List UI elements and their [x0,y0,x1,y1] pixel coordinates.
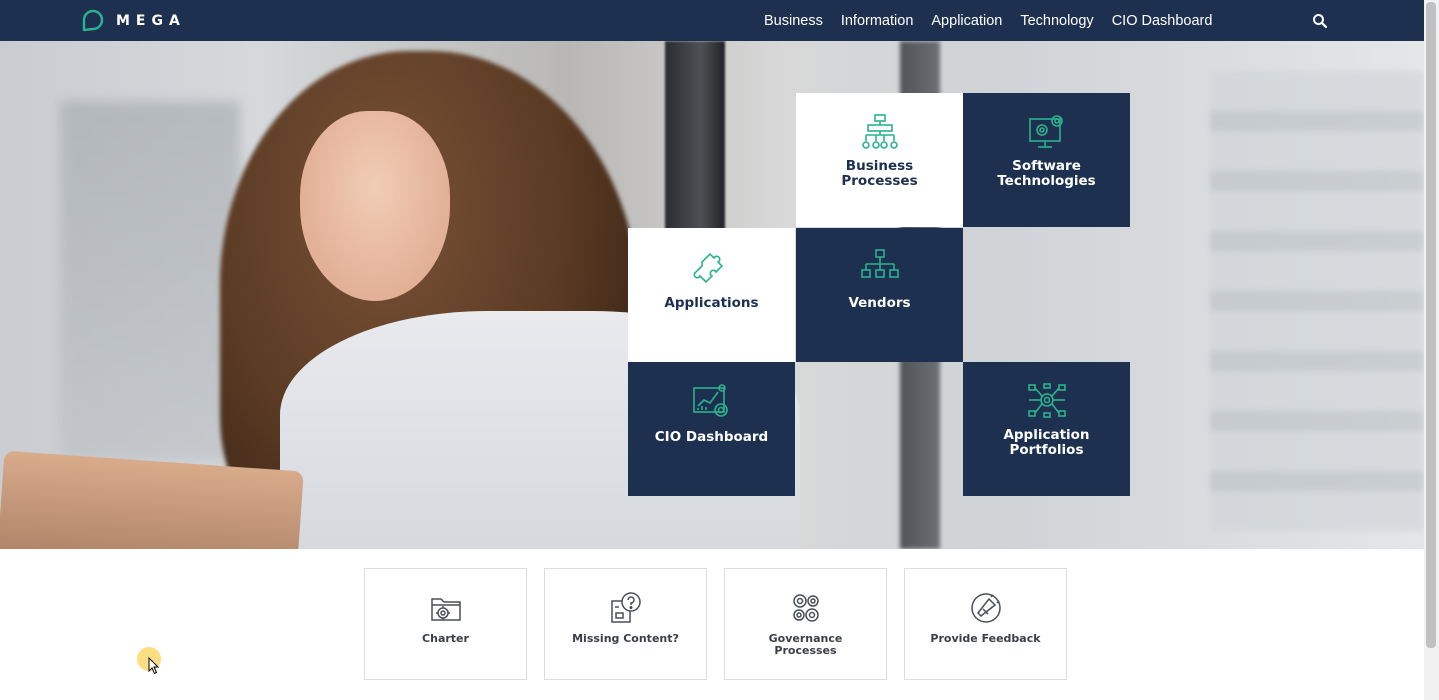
nav-item-application[interactable]: Application [931,13,1002,29]
tile-vendors[interactable]: Vendors [796,228,963,362]
question-document-icon [610,592,641,623]
folder-gear-icon [430,598,461,621]
top-navigation-bar: MEGA Business Information Application Te… [0,0,1424,41]
mouse-cursor-icon [148,657,160,675]
mega-logo-icon [82,9,104,32]
card-charter[interactable]: Charter [364,568,527,680]
card-missing-content[interactable]: Missing Content? [544,568,707,680]
network-gear-icon [1027,383,1066,418]
chart-gear-icon [692,384,728,417]
nav-item-cio-dashboard[interactable]: CIO Dashboard [1112,13,1213,29]
tile-label: Applications [664,295,759,311]
mega-logo[interactable]: MEGA [80,9,186,33]
gears-icon [792,594,819,622]
card-provide-feedback[interactable]: Provide Feedback [904,568,1067,680]
card-label: Governance Processes [768,632,843,657]
brand-name: MEGA [116,13,186,29]
tile-business-processes[interactable]: Business Processes [796,93,963,227]
monitor-gear-icon [1028,115,1063,148]
puzzle-icon [693,252,723,284]
tile-software-technologies[interactable]: Software Technologies [963,93,1130,227]
tile-label: Vendors [848,295,911,311]
card-label: Provide Feedback [930,632,1041,645]
tile-application-portfolios[interactable]: Application Portfolios [963,362,1130,496]
nav-item-business[interactable]: Business [764,13,823,29]
tile-label: Business Processes [841,158,918,189]
nav-item-information[interactable]: Information [841,13,914,29]
org-chart-icon [861,114,898,149]
card-governance-processes[interactable]: Governance Processes [724,568,887,680]
tile-label: Application Portfolios [1003,427,1090,458]
tile-applications[interactable]: Applications [628,228,795,362]
hierarchy-icon [860,249,899,278]
tile-label: Software Technologies [997,158,1096,189]
nav-item-technology[interactable]: Technology [1020,13,1093,29]
tile-label: CIO Dashboard [654,429,769,445]
scrollbar-thumb[interactable] [1426,2,1436,648]
tile-cio-dashboard[interactable]: CIO Dashboard [628,362,795,496]
card-label: Charter [422,632,469,645]
card-label: Missing Content? [572,632,679,645]
search-icon[interactable] [1312,13,1328,29]
nav-menu: Business Information Application Technol… [764,0,1230,41]
megaphone-icon [970,593,1001,623]
